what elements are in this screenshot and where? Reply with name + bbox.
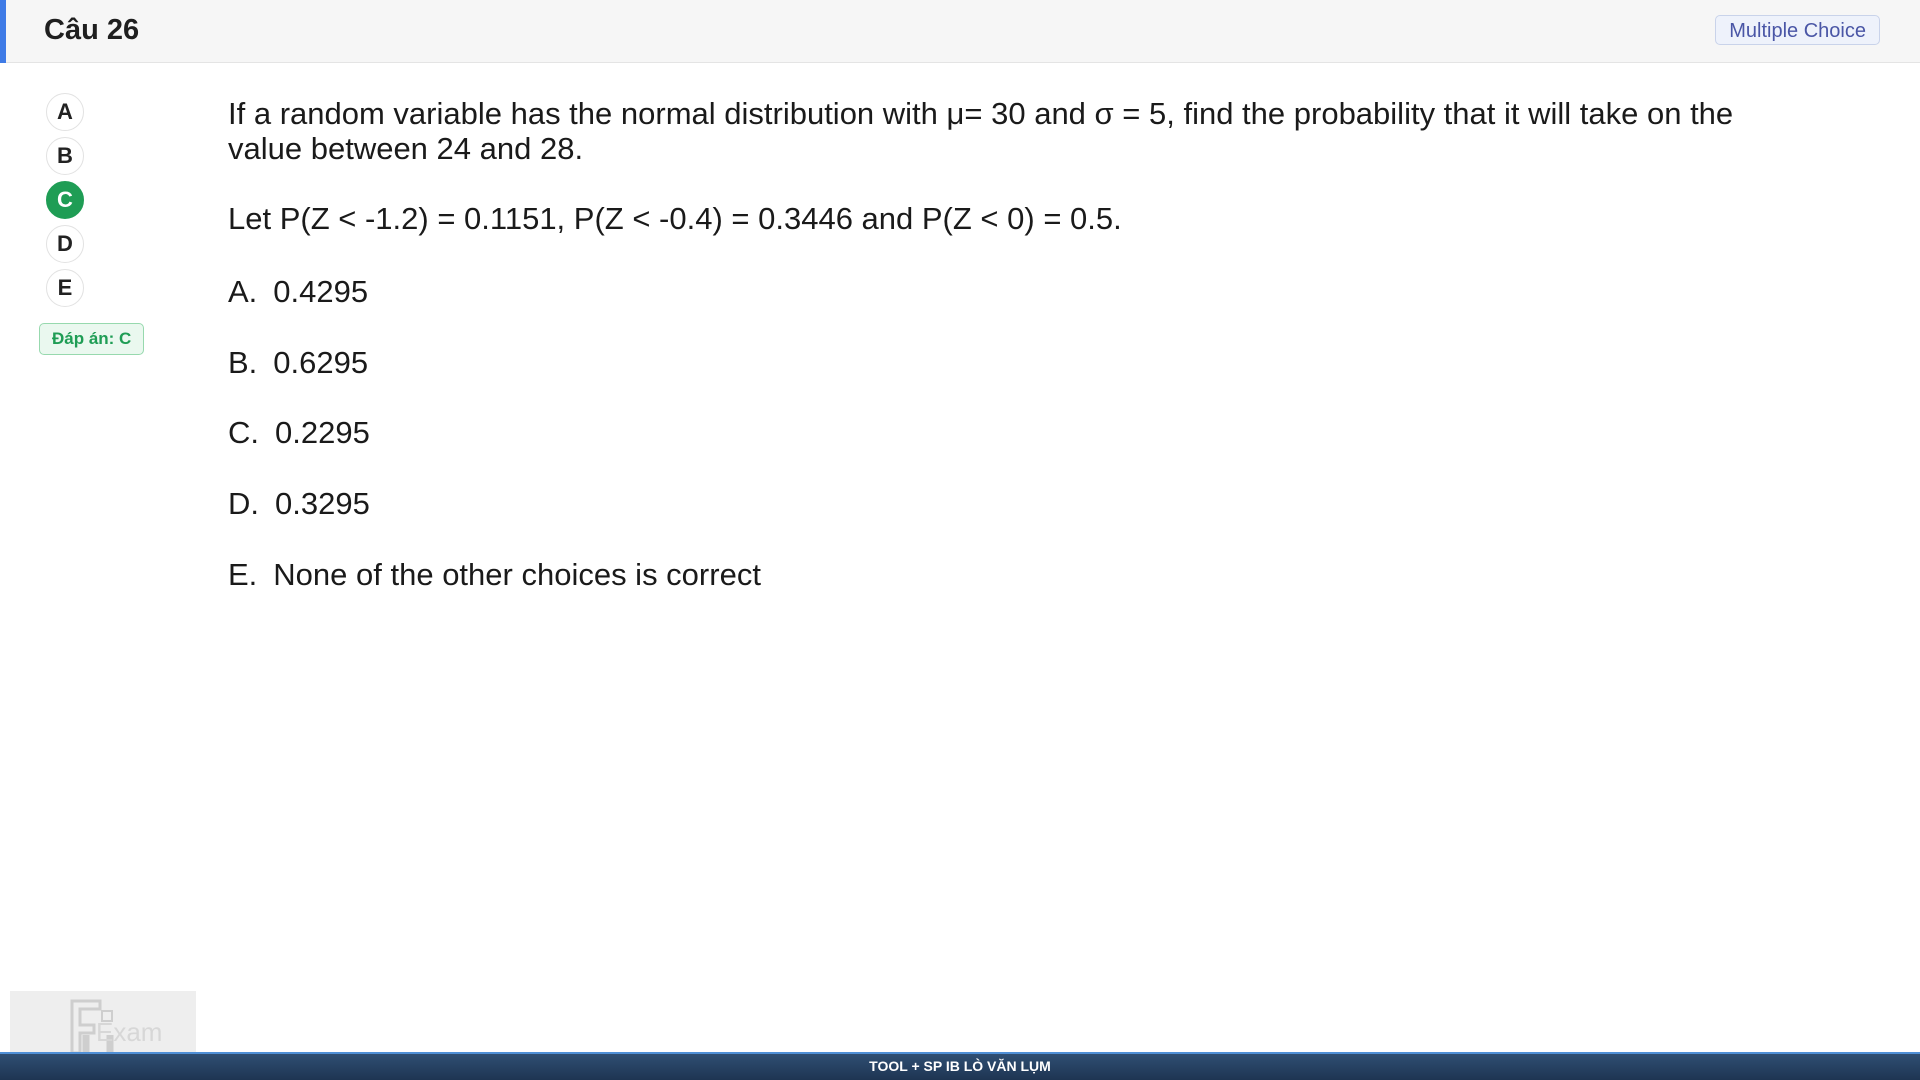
header-accent-bar xyxy=(0,0,6,63)
question-text: If a random variable has the normal dist… xyxy=(228,96,1734,166)
choice-letter: A. xyxy=(228,274,258,309)
choice-text: 0.2295 xyxy=(275,415,370,450)
choice-text: 0.4295 xyxy=(273,274,369,309)
footer-bar: TOOL + SP IB LÒ VĂN LỤM xyxy=(0,1052,1920,1080)
choice-e: E. None of the other choices is correct xyxy=(228,557,761,593)
option-button-b[interactable]: B xyxy=(46,137,84,175)
choice-d: D. 0.3295 xyxy=(228,486,370,522)
answer-option-list: A B C D E xyxy=(46,93,86,313)
choice-letter: B. xyxy=(228,345,258,380)
question-number: Câu 26 xyxy=(44,14,140,46)
choice-c: C. 0.2295 xyxy=(228,415,370,451)
choice-letter: C. xyxy=(228,415,259,450)
exam-page: Câu 26 Multiple Choice A B C D E Đáp án:… xyxy=(0,0,1920,1080)
choice-text: None of the other choices is correct xyxy=(273,557,761,592)
correct-answer-badge: Đáp án: C xyxy=(39,323,145,355)
option-button-c[interactable]: C xyxy=(46,181,84,219)
choice-b: B. 0.6295 xyxy=(228,345,368,381)
choice-letter: D. xyxy=(228,486,259,521)
watermark-text: Exam xyxy=(96,1017,163,1047)
choice-letter: E. xyxy=(228,557,258,592)
question-header: Câu 26 Multiple Choice xyxy=(0,0,1920,63)
choice-a: A. 0.4295 xyxy=(228,274,368,310)
question-type-badge: Multiple Choice xyxy=(1715,15,1880,45)
option-button-d[interactable]: D xyxy=(46,225,84,263)
choice-text: 0.3295 xyxy=(275,486,370,521)
question-body: If a random variable has the normal dist… xyxy=(228,96,1788,236)
option-button-e[interactable]: E xyxy=(46,269,84,307)
option-button-a[interactable]: A xyxy=(46,93,84,131)
choice-text: 0.6295 xyxy=(273,345,369,380)
question-hint: Let P(Z < -1.2) = 0.1151, P(Z < -0.4) = … xyxy=(228,201,1122,236)
